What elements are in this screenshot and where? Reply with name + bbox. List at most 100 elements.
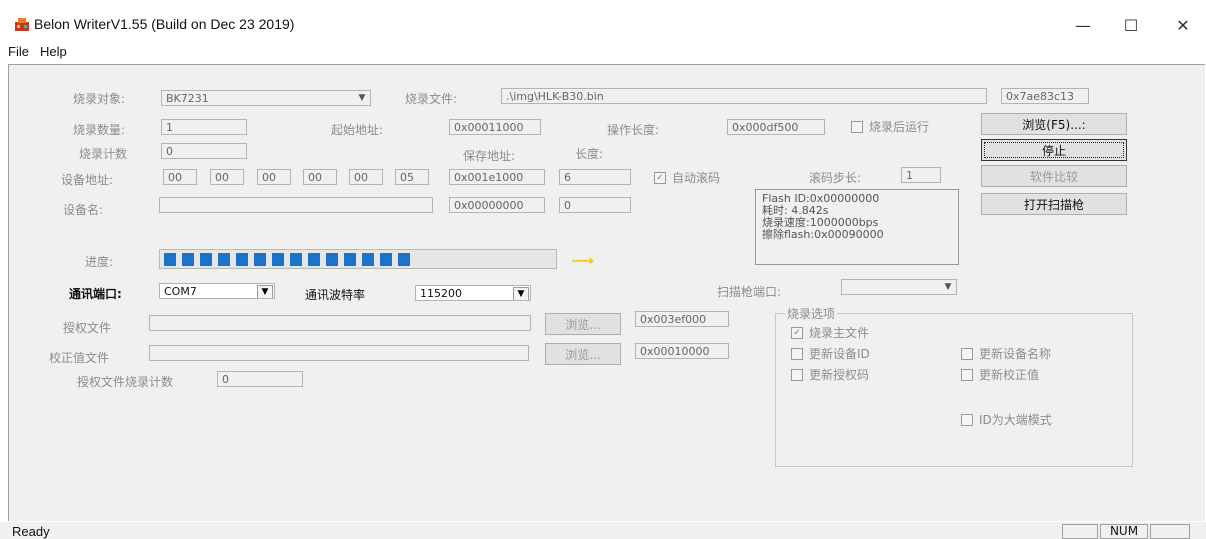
auth-addr-field[interactable]: 0x003ef000 [635,311,729,327]
status-pane [1062,524,1098,539]
chevron-down-icon: ▼ [513,287,529,300]
info-line: 擦除flash:0x00090000 [762,228,884,241]
port-select[interactable]: COM7 ▼ [159,283,275,299]
progress-segment [308,253,320,266]
close-button[interactable]: ✕ [1160,10,1206,40]
minimize-button[interactable]: — [1060,10,1106,40]
device-addr-byte[interactable]: 05 [395,169,429,185]
window-title: Belon WriterV1.55 (Build on Dec 23 2019) [34,16,295,32]
calib-file-field[interactable] [149,345,529,361]
name-addr-field[interactable]: 0x00000000 [449,197,545,213]
scanner-port-select[interactable]: ▼ [841,279,957,295]
checkbox-box: ✓ [791,326,803,339]
update-device-id-checkbox[interactable]: 更新设备ID [791,345,870,362]
stop-button[interactable]: 停止 [981,139,1127,161]
port-value: COM7 [164,285,197,298]
start-addr-label: 起始地址: [331,123,384,137]
burn-options-title: 烧录选项 [785,305,838,322]
op-len-field[interactable]: 0x000df500 [727,119,825,135]
progress-segment [344,253,356,266]
menu-bar: File Help [0,42,1206,62]
run-after-label: 烧录后运行 [869,120,930,134]
target-value: BK7231 [166,92,209,105]
maximize-button[interactable]: ☐ [1108,10,1154,40]
save-addr-label: 保存地址: [463,149,516,163]
update-device-id-label: 更新设备ID [809,347,870,361]
auth-count-field[interactable]: 0 [217,371,303,387]
progress-segment [272,253,284,266]
device-addr-label: 设备地址: [61,173,114,187]
menu-file[interactable]: File [8,44,29,59]
compare-button[interactable]: 软件比较 [981,165,1127,187]
device-addr-byte[interactable]: 00 [163,169,197,185]
baud-select[interactable]: 115200 ▼ [415,285,531,301]
chevron-down-icon: ▼ [944,282,952,292]
length-label: 长度: [575,147,604,161]
checkbox-box: ✓ [654,171,666,184]
auto-roll-checkbox[interactable]: ✓ 自动滚码 [654,169,720,186]
update-device-name-checkbox[interactable]: 更新设备名称 [961,345,1051,362]
device-name-field[interactable] [159,197,433,213]
start-addr-field[interactable]: 0x00011000 [449,119,541,135]
app-icon [15,18,29,31]
progress-segment [398,253,410,266]
calib-addr-field[interactable]: 0x00010000 [635,343,729,359]
open-scanner-button[interactable]: 打开扫描枪 [981,193,1127,215]
update-auth-code-checkbox[interactable]: 更新授权码 [791,366,869,383]
save-addr-field[interactable]: 0x001e1000 [449,169,545,185]
calib-browse-button[interactable]: 浏览... [545,343,621,365]
chevron-down-icon: ▼ [358,93,366,103]
minimize-icon: — [1075,15,1091,35]
checkbox-box [851,120,863,133]
progress-segment [254,253,266,266]
close-icon: ✕ [1176,15,1190,35]
burn-count-field[interactable]: 0 [161,143,247,159]
checkbox-box [961,413,973,426]
update-device-name-label: 更新设备名称 [979,347,1052,361]
checkbox-box [791,368,803,381]
run-after-checkbox[interactable]: 烧录后运行 [851,118,929,135]
port-label: 通讯端口: [69,287,122,301]
progress-segment [362,253,374,266]
device-addr-byte[interactable]: 00 [210,169,244,185]
big-endian-checkbox[interactable]: ID为大端模式 [961,411,1052,428]
device-addr-byte[interactable]: 00 [303,169,337,185]
menu-help[interactable]: Help [40,44,67,59]
update-auth-code-label: 更新授权码 [809,368,870,382]
checksum-field: 0x7ae83c13 [1001,88,1089,104]
status-bar: Ready NUM [0,522,1206,539]
num-indicator: NUM [1100,524,1148,539]
progress-segment [164,253,176,266]
roll-step-field[interactable]: 1 [901,167,941,183]
length-field[interactable]: 6 [559,169,631,185]
name-len-field[interactable]: 0 [559,197,631,213]
maximize-icon: ☐ [1123,15,1139,35]
big-endian-label: ID为大端模式 [979,413,1052,427]
main-file-label: 烧录主文件 [809,326,870,340]
target-select[interactable]: BK7231 ▼ [161,90,371,106]
title-bar: Belon WriterV1.55 (Build on Dec 23 2019)… [0,0,1206,42]
auth-file-field[interactable] [149,315,531,331]
browse-button[interactable]: 浏览(F5)...: [981,113,1127,135]
device-addr-byte[interactable]: 00 [349,169,383,185]
file-path-field[interactable]: .\img\HLK-B30.bin [501,88,987,104]
auth-browse-button[interactable]: 浏览... [545,313,621,335]
status-text: Ready [12,524,50,539]
baud-label: 通讯波特率 [305,288,366,302]
flash-info-box: Flash ID:0x00000000 耗时: 4.842s 烧录速度:1000… [755,189,959,265]
file-label: 烧录文件: [405,92,458,106]
checkbox-box [791,347,803,360]
auth-file-label: 授权文件 [63,321,112,335]
progress-segment [182,253,194,266]
progress-segment [380,253,392,266]
count-field[interactable]: 1 [161,119,247,135]
arrow-icon: ⟿ [571,251,594,270]
roll-step-label: 滚码步长: [809,171,862,185]
device-addr-byte[interactable]: 00 [257,169,291,185]
progress-segment [326,253,338,266]
update-calib-checkbox[interactable]: 更新校正值 [961,366,1039,383]
auto-roll-label: 自动滚码 [672,171,721,185]
main-file-checkbox[interactable]: ✓ 烧录主文件 [791,324,869,341]
checkbox-box [961,347,973,360]
progress-segment [236,253,248,266]
